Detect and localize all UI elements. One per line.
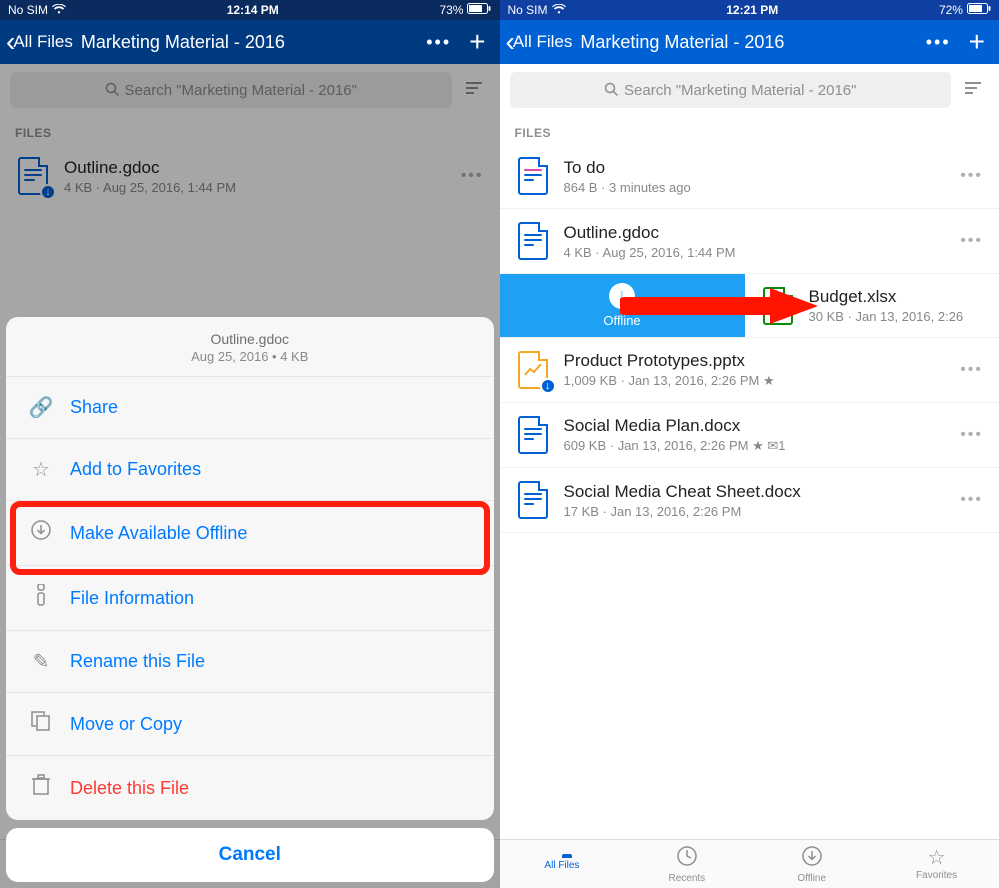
nav-title: Marketing Material - 2016 bbox=[73, 32, 416, 53]
star-icon: ☆ bbox=[928, 848, 946, 868]
row-more-icon[interactable]: ••• bbox=[950, 351, 993, 389]
file-meta: 4 KB · Aug 25, 2016, 1:44 PM bbox=[564, 245, 951, 260]
file-row[interactable]: Social Media Cheat Sheet.docx 17 KB · Ja… bbox=[500, 468, 999, 533]
nav-more-icon[interactable]: ••• bbox=[416, 32, 461, 53]
sheet-item-move[interactable]: Move or Copy bbox=[6, 693, 494, 756]
file-meta: 1,009 KB · Jan 13, 2016, 2:26 PM ★ bbox=[564, 373, 951, 389]
file-name: To do bbox=[564, 158, 951, 178]
file-row-swiped[interactable]: ↓ Offline Budget.xlsx 30 KB · Jan 13, 20… bbox=[500, 274, 999, 338]
file-icon-docx bbox=[514, 413, 552, 457]
sort-icon[interactable] bbox=[961, 81, 989, 100]
section-label: FILES bbox=[500, 116, 999, 144]
row-more-icon[interactable]: ••• bbox=[950, 222, 993, 260]
carrier-text: No SIM bbox=[8, 3, 48, 17]
file-meta: 17 KB · Jan 13, 2016, 2:26 PM bbox=[564, 504, 951, 519]
sheet-item-delete[interactable]: Delete this File bbox=[6, 756, 494, 820]
status-bar: No SIM 12:21 PM 72% bbox=[500, 0, 999, 20]
row-more-icon[interactable]: ••• bbox=[950, 416, 993, 454]
file-icon-doc bbox=[514, 154, 552, 198]
content-area: Search "Marketing Material - 2016" FILES… bbox=[0, 64, 500, 888]
nav-bar: ‹ All Files Marketing Material - 2016 ••… bbox=[500, 20, 999, 64]
nav-bar: ‹ All Files Marketing Material - 2016 ••… bbox=[0, 20, 500, 64]
action-sheet: Outline.gdoc Aug 25, 2016 • 4 KB 🔗 Share… bbox=[0, 311, 500, 888]
download-circle-icon bbox=[26, 519, 56, 547]
file-icon-docx bbox=[514, 478, 552, 522]
sheet-item-share[interactable]: 🔗 Share bbox=[6, 377, 494, 439]
back-label: All Files bbox=[513, 32, 573, 52]
file-name: Social Media Plan.docx bbox=[564, 416, 951, 436]
battery-text: 72% bbox=[939, 3, 963, 17]
sheet-item-favorite[interactable]: ☆ Add to Favorites bbox=[6, 439, 494, 501]
sheet-file-name: Outline.gdoc bbox=[16, 331, 484, 347]
file-row[interactable]: To do 864 B · 3 minutes ago ••• bbox=[500, 144, 999, 209]
file-name: Outline.gdoc bbox=[564, 223, 951, 243]
info-icon bbox=[26, 584, 56, 612]
file-row[interactable]: ↓ Product Prototypes.pptx 1,009 KB · Jan… bbox=[500, 338, 999, 403]
nav-add-icon[interactable]: + bbox=[961, 26, 993, 58]
carrier-text: No SIM bbox=[508, 3, 548, 17]
search-icon bbox=[604, 82, 618, 99]
status-bar: No SIM 12:14 PM 73% bbox=[0, 0, 500, 20]
search-row: Search "Marketing Material - 2016" bbox=[500, 64, 999, 116]
back-button[interactable]: ‹ All Files bbox=[506, 28, 573, 56]
file-meta: 30 KB · Jan 13, 2016, 2:26 bbox=[809, 309, 999, 324]
row-more-icon[interactable]: ••• bbox=[950, 481, 993, 519]
star-icon: ☆ bbox=[26, 457, 56, 482]
file-list: To do 864 B · 3 minutes ago ••• Outline.… bbox=[500, 144, 999, 839]
swipe-content: Budget.xlsx 30 KB · Jan 13, 2016, 2:26 bbox=[745, 274, 999, 337]
download-icon bbox=[801, 845, 823, 871]
file-name: Product Prototypes.pptx bbox=[564, 351, 951, 371]
sheet-file-meta: Aug 25, 2016 • 4 KB bbox=[16, 349, 484, 364]
screen-left: No SIM 12:14 PM 73% ‹ All Files Marketin… bbox=[0, 0, 500, 888]
file-icon-gdoc bbox=[514, 219, 552, 263]
clock-text: 12:14 PM bbox=[227, 3, 279, 17]
clock-icon bbox=[676, 845, 698, 871]
tab-all-files[interactable]: All Files bbox=[500, 840, 625, 888]
pencil-icon: ✎ bbox=[26, 649, 56, 674]
file-meta: 609 KB · Jan 13, 2016, 2:26 PM ★ ✉1 bbox=[564, 438, 951, 454]
nav-add-icon[interactable]: + bbox=[461, 26, 493, 58]
file-meta: 864 B · 3 minutes ago bbox=[564, 180, 951, 195]
battery-icon bbox=[467, 3, 491, 17]
nav-title: Marketing Material - 2016 bbox=[572, 32, 915, 53]
swipe-action-label: Offline bbox=[603, 313, 640, 328]
tab-favorites[interactable]: ☆Favorites bbox=[874, 840, 999, 888]
search-placeholder: Search "Marketing Material - 2016" bbox=[624, 82, 856, 99]
link-icon: 🔗 bbox=[26, 395, 56, 420]
clock-text: 12:21 PM bbox=[726, 3, 778, 17]
nav-more-icon[interactable]: ••• bbox=[916, 32, 961, 53]
back-label: All Files bbox=[13, 32, 73, 52]
download-circle-icon: ↓ bbox=[609, 283, 635, 309]
battery-text: 73% bbox=[439, 3, 463, 17]
wifi-icon bbox=[552, 3, 566, 17]
action-sheet-panel: Outline.gdoc Aug 25, 2016 • 4 KB 🔗 Share… bbox=[6, 317, 494, 820]
swipe-action-offline[interactable]: ↓ Offline bbox=[500, 274, 745, 337]
sheet-item-info[interactable]: File Information bbox=[6, 566, 494, 631]
sheet-header: Outline.gdoc Aug 25, 2016 • 4 KB bbox=[6, 317, 494, 377]
screen-right: No SIM 12:21 PM 72% ‹ All Files Marketin… bbox=[500, 0, 999, 888]
file-row[interactable]: Social Media Plan.docx 609 KB · Jan 13, … bbox=[500, 403, 999, 468]
file-row[interactable]: Outline.gdoc 4 KB · Aug 25, 2016, 1:44 P… bbox=[500, 209, 999, 274]
tab-recents[interactable]: Recents bbox=[624, 840, 749, 888]
file-icon-xlsx bbox=[759, 284, 797, 328]
tab-bar: All Files Recents Offline ☆Favorites bbox=[500, 839, 999, 888]
trash-icon bbox=[26, 774, 56, 802]
sheet-item-offline[interactable]: Make Available Offline bbox=[6, 501, 494, 566]
search-input[interactable]: Search "Marketing Material - 2016" bbox=[510, 72, 952, 108]
file-icon-pptx: ↓ bbox=[514, 348, 552, 392]
back-button[interactable]: ‹ All Files bbox=[6, 28, 73, 56]
file-name: Budget.xlsx bbox=[809, 287, 999, 307]
row-more-icon[interactable]: ••• bbox=[950, 157, 993, 195]
tab-offline[interactable]: Offline bbox=[749, 840, 874, 888]
sheet-item-rename[interactable]: ✎ Rename this File bbox=[6, 631, 494, 693]
wifi-icon bbox=[52, 3, 66, 17]
battery-icon bbox=[967, 3, 991, 17]
file-name: Social Media Cheat Sheet.docx bbox=[564, 482, 951, 502]
offline-badge-icon: ↓ bbox=[540, 378, 556, 394]
copy-icon bbox=[26, 711, 56, 737]
sheet-cancel-button[interactable]: Cancel bbox=[6, 828, 494, 882]
